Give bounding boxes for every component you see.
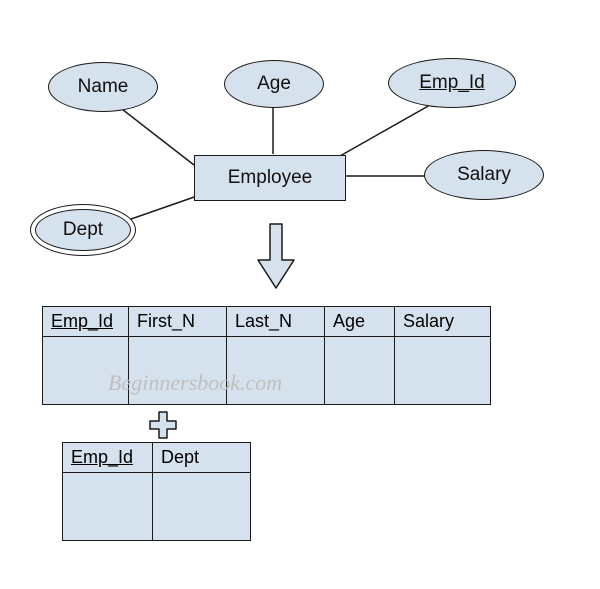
er-to-table-diagram: Name Age Emp_Id Salary Dept Employee Emp… [0, 0, 600, 589]
table-employee: Emp_Id First_N Last_N Age Salary [42, 306, 491, 405]
attribute-age-label: Age [257, 73, 291, 95]
table-row [43, 337, 491, 405]
attribute-emp-id: Emp_Id [388, 58, 516, 108]
attribute-emp-id-label: Emp_Id [419, 72, 484, 94]
col-dept: Dept [161, 447, 199, 467]
attribute-age: Age [224, 60, 324, 108]
attribute-dept-multivalued: Dept [30, 204, 136, 256]
entity-employee-label: Employee [228, 167, 313, 189]
attribute-dept-label: Dept [63, 219, 103, 241]
col-first-n: First_N [137, 311, 195, 331]
col-emp-id: Emp_Id [71, 447, 133, 467]
table-dept: Emp_Id Dept [62, 442, 251, 541]
table-row [63, 473, 251, 541]
col-salary: Salary [403, 311, 454, 331]
col-emp-id: Emp_Id [51, 311, 113, 331]
attribute-name-label: Name [78, 76, 129, 98]
attribute-salary-label: Salary [457, 164, 511, 186]
plus-icon [148, 410, 178, 440]
attribute-salary: Salary [424, 150, 544, 200]
attribute-name: Name [48, 62, 158, 112]
entity-employee: Employee [194, 155, 346, 201]
col-age: Age [333, 311, 365, 331]
table-row: Emp_Id Dept [63, 443, 251, 473]
col-last-n: Last_N [235, 311, 292, 331]
table-row: Emp_Id First_N Last_N Age Salary [43, 307, 491, 337]
arrow-down-icon [256, 222, 296, 299]
